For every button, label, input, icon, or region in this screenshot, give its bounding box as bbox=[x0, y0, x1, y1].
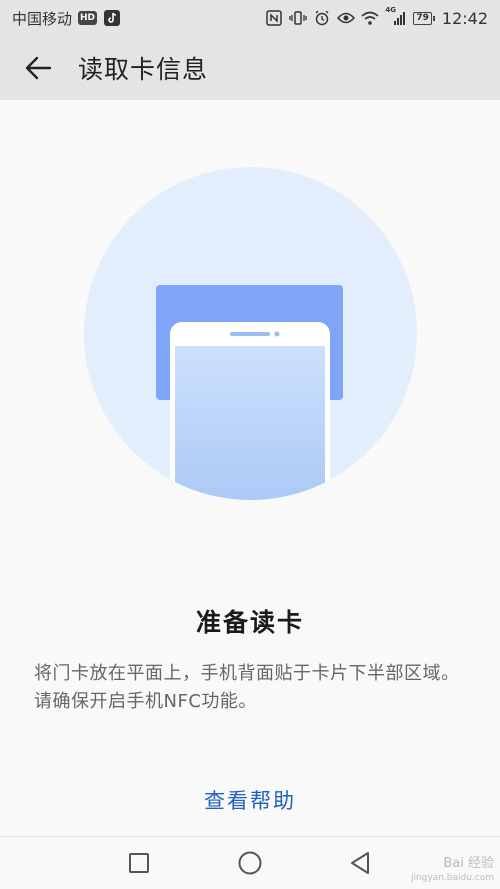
nfc-icon bbox=[265, 9, 283, 27]
hd-badge: HD bbox=[78, 11, 98, 25]
section-heading: 准备读卡 bbox=[195, 608, 304, 637]
eye-comfort-icon bbox=[337, 9, 356, 27]
circle-icon bbox=[238, 851, 262, 875]
watermark-url: jingyan.baidu.com bbox=[410, 873, 494, 883]
nfc-read-illustration bbox=[84, 167, 417, 500]
back-arrow-icon bbox=[25, 56, 52, 80]
network-type-label: 4G bbox=[385, 6, 396, 14]
alarm-icon bbox=[313, 9, 331, 27]
back-nav-button[interactable] bbox=[345, 849, 375, 877]
recents-button[interactable] bbox=[124, 849, 154, 877]
back-button[interactable] bbox=[8, 36, 68, 100]
triangle-back-icon bbox=[351, 852, 369, 874]
battery-level: 79 bbox=[416, 13, 429, 23]
watermark: Bai 经验 jingyan.baidu.com bbox=[411, 857, 494, 885]
vibrate-icon bbox=[289, 9, 308, 27]
battery-icon: 79 bbox=[413, 11, 435, 25]
instruction-text: 将门卡放在平面上，手机背面贴于卡片下半部区域。请确保开启手机NFC功能。 bbox=[34, 663, 460, 712]
phone-speaker bbox=[230, 332, 270, 336]
tiktok-icon bbox=[103, 9, 121, 27]
clock: 12:42 bbox=[441, 8, 488, 28]
navigation-bar: Bai 经验 jingyan.baidu.com bbox=[0, 837, 500, 889]
phone-camera bbox=[274, 331, 280, 337]
status-bar: 中国移动 HD 4G 79 12:42 bbox=[0, 0, 500, 36]
square-icon bbox=[129, 853, 149, 873]
page-title: 读取卡信息 bbox=[78, 55, 209, 84]
phone-screen bbox=[175, 346, 325, 500]
view-help-link[interactable]: 查看帮助 bbox=[0, 785, 500, 815]
signal-icon: 4G bbox=[385, 6, 407, 27]
carrier-label: 中国移动 bbox=[12, 9, 73, 28]
wifi-icon bbox=[361, 9, 379, 27]
app-bar: 读取卡信息 bbox=[0, 36, 500, 100]
watermark-brand: Bai 经验 bbox=[443, 856, 494, 871]
home-button[interactable] bbox=[235, 849, 265, 877]
